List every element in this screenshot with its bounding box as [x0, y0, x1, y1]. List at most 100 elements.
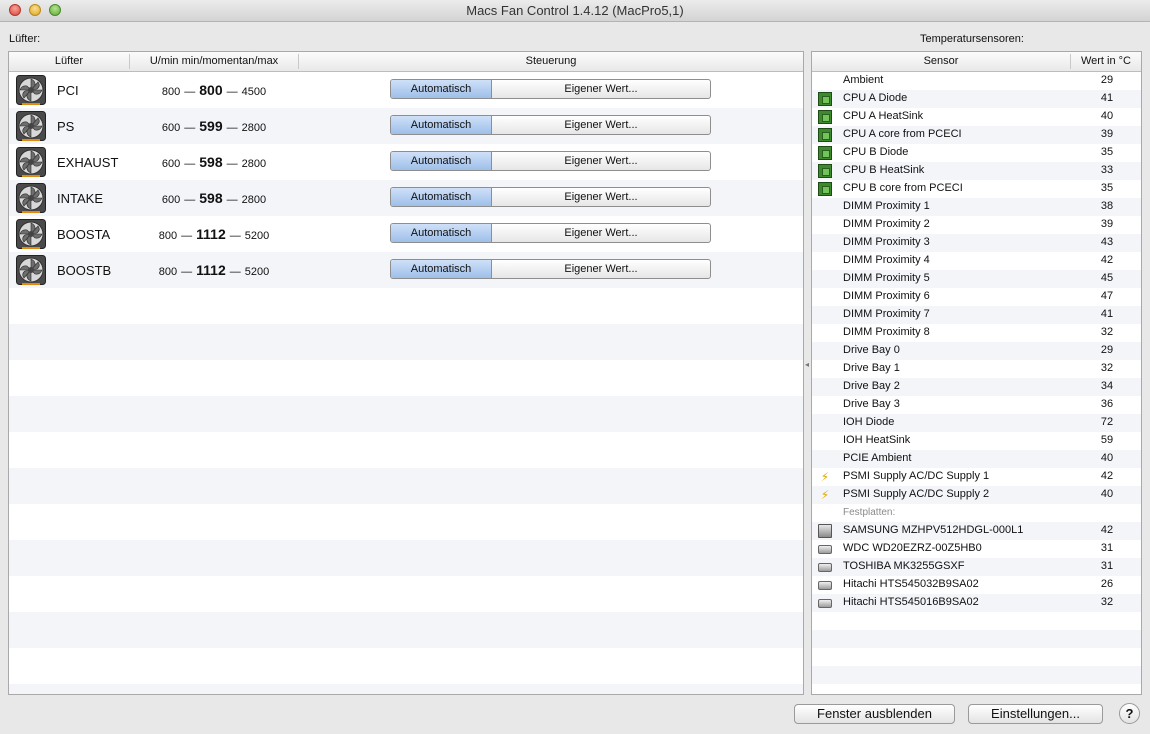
fan-name: BOOSTB [57, 263, 112, 278]
sensor-value: 36 [1100, 398, 1114, 410]
automatic-button[interactable]: Automatisch [391, 188, 492, 206]
disks-group-row: Festplatten: [812, 504, 1141, 522]
sensor-row[interactable]: DIMM Proximity 4 42 [812, 252, 1141, 270]
split-view-divider[interactable]: ◂ [805, 360, 810, 369]
hard-disk-icon [818, 599, 832, 608]
sensor-row[interactable]: Drive Bay 0 29 [812, 342, 1141, 360]
disk-name: Hitachi HTS545016B9SA02 [843, 596, 979, 608]
power-bolt-icon: ⚡ [820, 488, 830, 502]
custom-value-button[interactable]: Eigener Wert... [492, 260, 710, 278]
fan-rpm: 800—1112—5200 [158, 226, 270, 242]
automatic-button[interactable]: Automatisch [391, 224, 492, 242]
sensor-row[interactable]: IOH Diode 72 [812, 414, 1141, 432]
sensor-name: Drive Bay 2 [843, 380, 900, 392]
fan-name: PS [57, 119, 75, 134]
custom-value-button[interactable]: Eigener Wert... [492, 116, 710, 134]
disk-name: SAMSUNG MZHPV512HDGL-000L1 [843, 524, 1024, 536]
sensor-row[interactable]: CPU A Diode 41 [812, 90, 1141, 108]
sensor-row[interactable]: CPU A HeatSink 40 [812, 108, 1141, 126]
fan-row[interactable]: PCI 800—800—4500 Automatisch Eigener Wert..… [9, 72, 803, 108]
fan-rpm: 600—598—2800 [161, 190, 267, 206]
fan-icon [16, 255, 46, 285]
automatic-button[interactable]: Automatisch [391, 80, 492, 98]
sensor-row[interactable]: PCIE Ambient 40 [812, 450, 1141, 468]
sensor-table: Sensor Wert in °C Ambient 29 CPU A Diode 41… [811, 51, 1142, 695]
sensor-row[interactable]: DIMM Proximity 2 39 [812, 216, 1141, 234]
sensor-row[interactable]: IOH HeatSink 59 [812, 432, 1141, 450]
sensor-name: DIMM Proximity 2 [843, 218, 930, 230]
sensor-row[interactable]: DIMM Proximity 5 45 [812, 270, 1141, 288]
fan-rpm-min: 800 [158, 230, 178, 242]
sensor-row[interactable]: Drive Bay 3 36 [812, 396, 1141, 414]
fan-name: INTAKE [57, 191, 103, 206]
sensor-name: CPU A core from PCECI [843, 128, 962, 140]
disk-row[interactable]: Hitachi HTS545016B9SA02 32 [812, 594, 1141, 612]
sensor-value: 35 [1100, 182, 1114, 194]
disk-row[interactable]: WDC WD20EZRZ-00Z5HB0 31 [812, 540, 1141, 558]
custom-value-button[interactable]: Eigener Wert... [492, 224, 710, 242]
sensor-table-header: Sensor Wert in °C [812, 52, 1141, 72]
sensor-row[interactable]: DIMM Proximity 7 41 [812, 306, 1141, 324]
sensor-row[interactable]: ⚡ PSMI Supply AC/DC Supply 1 42 [812, 468, 1141, 486]
window-title: Macs Fan Control 1.4.12 (MacPro5,1) [466, 3, 684, 18]
hide-window-button[interactable]: Fenster ausblenden [794, 704, 955, 724]
control-column-header[interactable]: Steuerung [299, 55, 803, 67]
fan-rpm-current: 599 [199, 118, 223, 134]
fan-rpm: 800—1112—5200 [158, 262, 270, 278]
automatic-button[interactable]: Automatisch [391, 152, 492, 170]
sensor-value: 72 [1100, 416, 1114, 428]
disk-value: 42 [1100, 524, 1114, 536]
sensor-row[interactable]: DIMM Proximity 8 32 [812, 324, 1141, 342]
custom-value-button[interactable]: Eigener Wert... [492, 152, 710, 170]
sensor-row[interactable]: Ambient 29 [812, 72, 1141, 90]
automatic-button[interactable]: Automatisch [391, 260, 492, 278]
fan-icon [16, 75, 46, 105]
fan-row[interactable]: BOOSTA 800—1112—5200 Automatisch Eigener We… [9, 216, 803, 252]
sensor-name: DIMM Proximity 5 [843, 272, 930, 284]
cpu-chip-icon [818, 146, 832, 160]
fan-table: Lüfter U/min min/momentan/max Steuerung … [8, 51, 804, 695]
fan-row[interactable]: EXHAUST 600—598—2800 Automatisch Eigener We… [9, 144, 803, 180]
automatic-button[interactable]: Automatisch [391, 116, 492, 134]
sensor-column-header[interactable]: Sensor [812, 55, 1070, 67]
sensor-value: 32 [1100, 362, 1114, 374]
disk-row[interactable]: Hitachi HTS545032B9SA02 26 [812, 576, 1141, 594]
fan-column-header[interactable]: Lüfter [9, 55, 129, 67]
fan-rpm-max: 5200 [244, 266, 270, 278]
sensor-value: 32 [1100, 326, 1114, 338]
sensor-name: PSMI Supply AC/DC Supply 2 [843, 488, 990, 500]
rpm-column-header[interactable]: U/min min/momentan/max [130, 55, 298, 67]
custom-value-button[interactable]: Eigener Wert... [492, 188, 710, 206]
help-button[interactable]: ? [1119, 703, 1140, 724]
fan-row[interactable]: INTAKE 600—598—2800 Automatisch Eigener Wer… [9, 180, 803, 216]
sensor-row[interactable]: DIMM Proximity 3 43 [812, 234, 1141, 252]
sensor-row[interactable]: CPU B HeatSink 33 [812, 162, 1141, 180]
fan-rpm-max: 2800 [241, 158, 267, 170]
sensor-row[interactable]: Drive Bay 2 34 [812, 378, 1141, 396]
fan-row[interactable]: PS 600—599—2800 Automatisch Eigener Wert... [9, 108, 803, 144]
hard-disk-icon [818, 581, 832, 590]
disk-value: 31 [1100, 560, 1114, 572]
fan-control-segmented: Automatisch Eigener Wert... [390, 115, 711, 135]
sensor-row[interactable]: CPU B Diode 35 [812, 144, 1141, 162]
ssd-icon [818, 524, 832, 538]
sensor-value: 42 [1100, 254, 1114, 266]
sensor-name: DIMM Proximity 6 [843, 290, 930, 302]
sensor-row[interactable]: DIMM Proximity 6 47 [812, 288, 1141, 306]
fan-row[interactable]: BOOSTB 800—1112—5200 Automatisch Eigener We… [9, 252, 803, 288]
sensor-value: 40 [1100, 110, 1114, 122]
sensor-row[interactable]: Drive Bay 1 32 [812, 360, 1141, 378]
custom-value-button[interactable]: Eigener Wert... [492, 80, 710, 98]
sensor-row[interactable]: CPU B core from PCECI 35 [812, 180, 1141, 198]
disk-row[interactable]: SAMSUNG MZHPV512HDGL-000L1 42 [812, 522, 1141, 540]
sensor-value: 43 [1100, 236, 1114, 248]
sensor-name: DIMM Proximity 8 [843, 326, 930, 338]
disk-row[interactable]: TOSHIBA MK3255GSXF 31 [812, 558, 1141, 576]
value-column-header[interactable]: Wert in °C [1071, 55, 1141, 67]
sensor-name: PSMI Supply AC/DC Supply 1 [843, 470, 990, 482]
sensor-row[interactable]: CPU A core from PCECI 39 [812, 126, 1141, 144]
settings-button[interactable]: Einstellungen... [968, 704, 1103, 724]
sensor-row[interactable]: DIMM Proximity 1 38 [812, 198, 1141, 216]
sensor-row[interactable]: ⚡ PSMI Supply AC/DC Supply 2 40 [812, 486, 1141, 504]
sensor-name: IOH HeatSink [843, 434, 911, 446]
